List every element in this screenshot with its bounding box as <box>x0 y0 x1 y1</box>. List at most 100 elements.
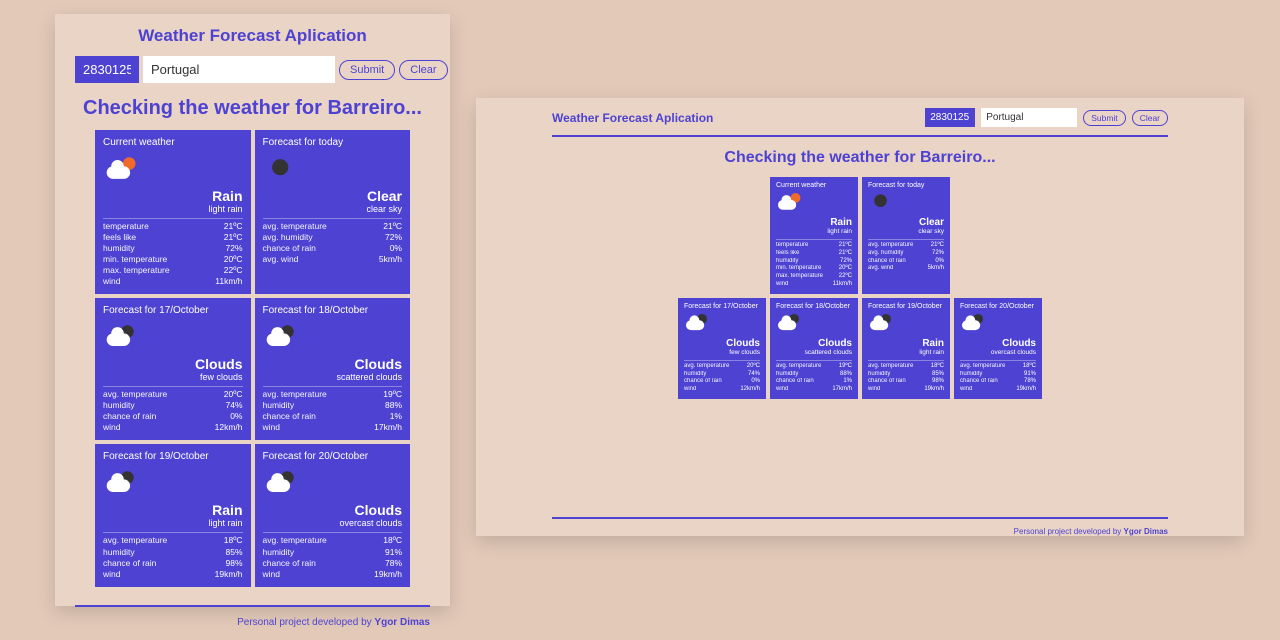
condition: Rain <box>103 502 243 518</box>
metric-label: humidity <box>103 547 135 558</box>
footer: Personal project developed by Ygor Dimas <box>476 525 1244 536</box>
footer-text: Personal project developed by <box>1014 527 1124 536</box>
clear-button[interactable]: Clear <box>1132 110 1168 126</box>
condition: Clouds <box>960 338 1036 349</box>
metric-row: avg. temperature18ºC <box>868 363 944 371</box>
card-rule <box>776 239 852 240</box>
metric-row: humidity91% <box>960 371 1036 379</box>
card-title: Forecast for 20/October <box>960 303 1036 310</box>
moon-cloud-icon <box>266 326 297 349</box>
card-title: Forecast for 18/October <box>263 305 403 316</box>
submit-button[interactable]: Submit <box>1083 110 1125 126</box>
condition: Clear <box>868 217 944 228</box>
card-rule <box>103 532 243 533</box>
country-input[interactable] <box>981 108 1077 127</box>
metric-value: 21ºC <box>839 250 852 258</box>
condition-desc: clear sky <box>263 204 403 214</box>
metric-row: humidity91% <box>263 547 403 558</box>
metric-value: 88% <box>840 371 852 379</box>
metric-label: chance of rain <box>868 258 906 266</box>
metric-value: 12km/h <box>740 386 760 394</box>
metric-label: humidity <box>263 547 295 558</box>
metric-row: min. temperature20ºC <box>103 254 243 265</box>
condition-desc: light rain <box>776 228 852 235</box>
metric-row: wind11km/h <box>103 276 243 287</box>
metric-label: wind <box>263 422 280 433</box>
metric-value: 19km/h <box>374 569 402 580</box>
metric-label: chance of rain <box>263 558 316 569</box>
condition-desc: scattered clouds <box>776 349 852 356</box>
sun-cloud-icon <box>107 157 138 180</box>
card-title: Current weather <box>776 182 852 189</box>
metric-label: max. temperature <box>776 273 823 281</box>
divider <box>75 605 430 607</box>
card-current: Current weatherRainlight raintemperature… <box>770 177 858 294</box>
metric-value: 91% <box>1024 371 1036 379</box>
metric-label: avg. temperature <box>263 221 327 232</box>
clear-button[interactable]: Clear <box>399 60 447 80</box>
card-day-3: Forecast for 20/OctoberCloudsovercast cl… <box>255 444 411 586</box>
metric-label: avg. temperature <box>960 363 1005 371</box>
card-day-3: Forecast for 20/OctoberCloudsovercast cl… <box>954 298 1042 399</box>
wide-viewport: Weather Forecast Aplication Submit Clear… <box>476 98 1244 536</box>
metric-row: humidity74% <box>684 371 760 379</box>
card-rule <box>960 360 1036 361</box>
country-input[interactable] <box>143 56 335 83</box>
metric-label: wind <box>868 386 880 394</box>
sun-cloud-icon <box>778 193 802 207</box>
metric-value: 72% <box>225 243 242 254</box>
moon-cloud-icon <box>870 314 894 328</box>
metric-value: 98% <box>225 558 242 569</box>
metric-row: avg. temperature21ºC <box>263 221 403 232</box>
metric-value: 78% <box>1024 378 1036 386</box>
app-title: Weather Forecast Aplication <box>552 111 713 125</box>
metric-value: 72% <box>385 232 402 243</box>
narrow-viewport: Weather Forecast Aplication Submit Clear… <box>55 14 450 606</box>
metric-label: humidity <box>868 371 890 379</box>
metric-label: avg. humidity <box>263 232 313 243</box>
condition: Rain <box>103 188 243 204</box>
metric-row: chance of rain98% <box>868 378 944 386</box>
metric-label: avg. temperature <box>103 535 167 546</box>
moon-cloud-icon <box>107 326 138 349</box>
metric-row: chance of rain0% <box>263 243 403 254</box>
metric-label: chance of rain <box>103 558 156 569</box>
metric-row: wind19km/h <box>103 569 243 580</box>
submit-button[interactable]: Submit <box>339 60 395 80</box>
metric-row: avg. wind5km/h <box>263 254 403 265</box>
metric-row: humidity72% <box>103 243 243 254</box>
metric-row: avg. temperature19ºC <box>263 389 403 400</box>
metric-row: humidity 74% <box>103 400 243 411</box>
metric-label: wind <box>776 386 788 394</box>
metric-label: temperature <box>103 221 149 232</box>
metric-value: 0% <box>390 243 402 254</box>
metric-value: 5km/h <box>928 265 944 273</box>
metric-value: 88% <box>385 400 402 411</box>
metric-value: 21ºC <box>839 242 852 250</box>
card-title: Forecast for 19/October <box>103 451 243 462</box>
metric-row: chance of rain78% <box>960 378 1036 386</box>
metric-label: humidity <box>103 400 135 411</box>
condition: Rain <box>868 338 944 349</box>
card-day-2: Forecast for 19/OctoberRainlight rainavg… <box>862 298 950 399</box>
condition: Clear <box>263 188 403 204</box>
metric-label: chance of rain <box>103 411 156 422</box>
metric-value: 74% <box>225 400 242 411</box>
zip-input[interactable] <box>75 56 139 83</box>
metric-label: avg. temperature <box>103 389 167 400</box>
metric-value: 74% <box>748 371 760 379</box>
metric-label: humidity <box>776 371 798 379</box>
card-title: Forecast for 19/October <box>868 303 944 310</box>
metric-row: humidity85% <box>868 371 944 379</box>
footer: Personal project developed by Ygor Dimas <box>55 613 450 628</box>
metric-row: avg. temperature18ºC <box>103 535 243 546</box>
metric-value: 72% <box>932 250 944 258</box>
condition: Clouds <box>776 338 852 349</box>
metric-row: humidity 88% <box>776 371 852 379</box>
metric-value: 19ºC <box>383 389 402 400</box>
zip-input[interactable] <box>925 108 975 127</box>
metric-value: 22ºC <box>839 273 852 281</box>
metric-value: 18ºC <box>1023 363 1036 371</box>
metric-row: max. temperature 22ºC <box>776 273 852 281</box>
metric-label: max. temperature <box>103 265 170 276</box>
